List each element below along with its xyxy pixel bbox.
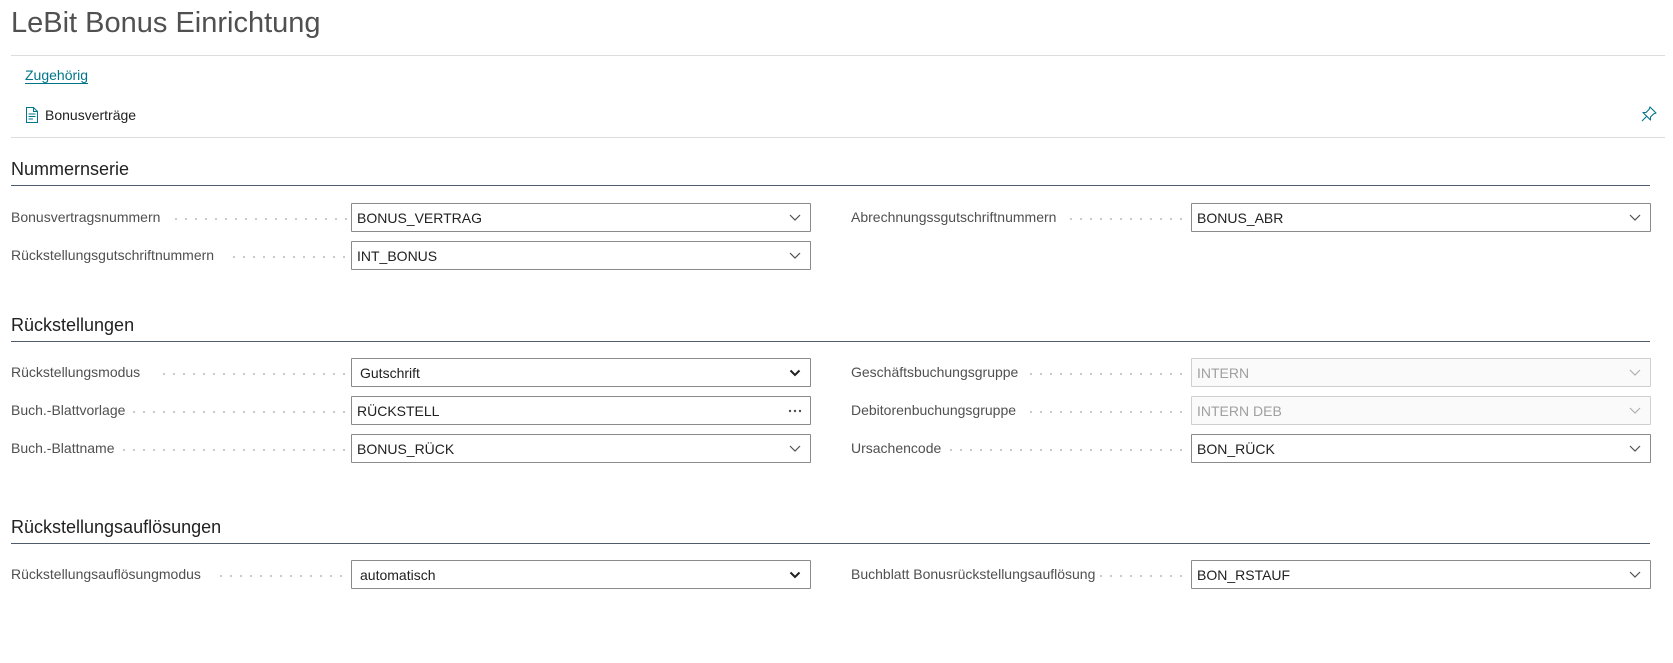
field-value: BONUS_RÜCK <box>357 440 455 457</box>
field-label: Buch.-Blattvorlage <box>11 402 126 418</box>
geschaeftsbuchungsgruppe-input: INTERN <box>1191 358 1651 387</box>
field-rueckstellungsgutschriftnummern: Rückstellungsgutschriftnummern INT_BONUS <box>11 241 811 270</box>
field-value: INT_BONUS <box>357 247 438 264</box>
blattname-input[interactable]: BONUS_RÜCK <box>351 434 811 463</box>
leader-dots <box>946 449 1189 451</box>
leader-dots <box>1026 373 1189 375</box>
ellipsis-icon[interactable] <box>780 397 810 424</box>
field-label: Rückstellungsgutschriftnummern <box>11 247 215 263</box>
field-label: Ursachencode <box>851 440 942 456</box>
leader-dots <box>129 411 349 413</box>
leader-dots <box>159 373 349 375</box>
buchblatt-aufloesung-input[interactable]: BON_RSTAUF <box>1191 560 1651 589</box>
chevron-down-icon[interactable] <box>1620 435 1650 462</box>
field-value: BONUS_VERTRAG <box>357 209 482 226</box>
field-label: Buch.-Blattname <box>11 440 115 456</box>
leader-dots <box>216 575 349 577</box>
field-label: Buchblatt Bonusrückstellungsauflösung <box>851 566 1096 582</box>
document-list-icon <box>25 107 39 123</box>
section-rueckstellungsaufloesungen: Rückstellungsauflösungen <box>11 515 1650 544</box>
field-value: BON_RÜCK <box>1197 440 1275 457</box>
field-bonusvertragsnummern: Bonusvertragsnummern BONUS_VERTRAG <box>11 203 811 232</box>
abrechnungssgutschriftnummern-input[interactable]: BONUS_ABR <box>1191 203 1651 232</box>
chevron-down-icon[interactable] <box>780 359 810 386</box>
field-buchblatt-aufloesung: Buchblatt Bonusrückstellungsauflösung BO… <box>851 560 1651 589</box>
section-title-rueckstellungsaufloesungen[interactable]: Rückstellungsauflösungen <box>11 515 1650 544</box>
chevron-down-icon[interactable] <box>780 204 810 231</box>
leader-dots <box>119 449 349 451</box>
field-debitorenbuchungsgruppe: Debitorenbuchungsgruppe INTERN DEB <box>851 396 1651 425</box>
bonusvertragsnummern-input[interactable]: BONUS_VERTRAG <box>351 203 811 232</box>
aufloesungsmodus-select[interactable]: automatisch <box>351 560 811 589</box>
field-blattname: Buch.-Blattname BONUS_RÜCK <box>11 434 811 463</box>
ursachencode-input[interactable]: BON_RÜCK <box>1191 434 1651 463</box>
field-label: Bonusvertragsnummern <box>11 209 161 225</box>
bonusvertraege-action[interactable]: Bonusverträge <box>25 107 136 123</box>
chevron-down-icon[interactable] <box>1620 561 1650 588</box>
section-title-rueckstellungen[interactable]: Rückstellungen <box>11 313 1650 342</box>
field-rueckstellungsmodus: Rückstellungsmodus Gutschrift <box>11 358 811 387</box>
leader-dots <box>171 218 349 220</box>
rueckstellungsmodus-select[interactable]: Gutschrift <box>351 358 811 387</box>
section-rueckstellungen: Rückstellungen <box>11 313 1650 342</box>
field-label: Rückstellungsauflösungmodus <box>11 566 201 582</box>
chevron-down-icon <box>1620 397 1650 424</box>
blattvorlage-input[interactable]: RÜCKSTELL <box>351 396 811 425</box>
field-label: Abrechnungssgutschriftnummern <box>851 209 1057 225</box>
action-divider <box>11 137 1665 138</box>
chevron-down-icon[interactable] <box>1620 204 1650 231</box>
section-nummernserie: Nummernserie <box>11 157 1650 186</box>
bonusvertraege-label: Bonusverträge <box>45 107 137 123</box>
leader-dots <box>1026 411 1189 413</box>
field-ursachencode: Ursachencode BON_RÜCK <box>851 434 1651 463</box>
leader-dots <box>229 256 349 258</box>
section-title-nummernserie[interactable]: Nummernserie <box>11 157 1650 186</box>
field-value: RÜCKSTELL <box>357 402 440 419</box>
chevron-down-icon[interactable] <box>780 561 810 588</box>
chevron-down-icon[interactable] <box>780 435 810 462</box>
tab-zugehoerig[interactable]: Zugehörig <box>25 67 88 83</box>
field-value: INTERN DEB <box>1197 402 1282 419</box>
leader-dots <box>1066 218 1189 220</box>
field-value: automatisch <box>360 566 436 583</box>
field-label: Debitorenbuchungsgruppe <box>851 402 1017 418</box>
field-label: Rückstellungsmodus <box>11 364 141 380</box>
title-divider <box>11 55 1665 56</box>
pin-icon[interactable] <box>1641 106 1657 127</box>
field-value: BONUS_ABR <box>1197 209 1284 226</box>
debitorenbuchungsgruppe-input: INTERN DEB <box>1191 396 1651 425</box>
field-value: INTERN <box>1197 364 1250 381</box>
chevron-down-icon[interactable] <box>780 242 810 269</box>
field-geschaeftsbuchungsgruppe: Geschäftsbuchungsgruppe INTERN <box>851 358 1651 387</box>
leader-dots <box>1096 575 1189 577</box>
field-blattvorlage: Buch.-Blattvorlage RÜCKSTELL <box>11 396 811 425</box>
field-aufloesungsmodus: Rückstellungsauflösungmodus automatisch <box>11 560 811 589</box>
chevron-down-icon <box>1620 359 1650 386</box>
field-value: Gutschrift <box>360 364 420 381</box>
field-label: Geschäftsbuchungsgruppe <box>851 364 1019 380</box>
rueckstellungsgutschriftnummern-input[interactable]: INT_BONUS <box>351 241 811 270</box>
page-title: LeBit Bonus Einrichtung <box>11 7 321 39</box>
field-value: BON_RSTAUF <box>1197 566 1291 583</box>
field-abrechnungssgutschriftnummern: Abrechnungssgutschriftnummern BONUS_ABR <box>851 203 1651 232</box>
